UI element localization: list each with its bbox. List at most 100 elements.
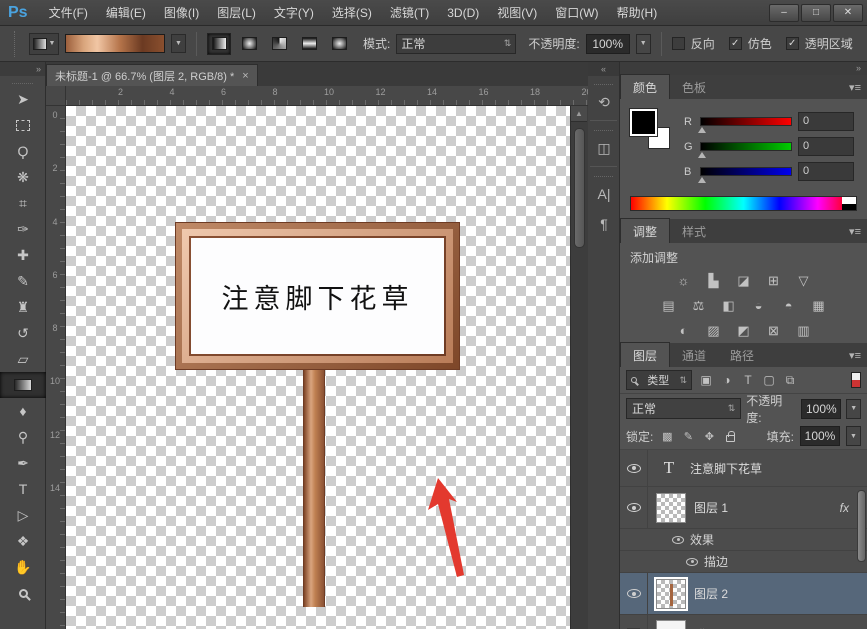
menu-item-0[interactable]: 文件(F) — [40, 0, 97, 26]
menu-item-9[interactable]: 窗口(W) — [546, 0, 607, 26]
layer-fill-value[interactable]: 100% — [800, 426, 840, 446]
tab-swatches[interactable]: 色板 — [670, 75, 718, 99]
hue-saturation-icon[interactable]: ▤ — [656, 296, 682, 315]
history-brush-tool[interactable]: ↺ — [0, 320, 46, 346]
visibility-toggle[interactable] — [620, 615, 648, 629]
lasso-tool[interactable]: Ϙ — [0, 138, 46, 164]
gradient-map-icon[interactable]: ▥ — [791, 321, 817, 340]
invert-icon[interactable]: ◐ — [671, 321, 697, 340]
maximize-button[interactable]: □ — [801, 4, 831, 22]
layers-scrollbar-thumb[interactable] — [857, 490, 866, 562]
eye-icon[interactable] — [672, 536, 684, 544]
layer-fill-dropdown[interactable]: ▼ — [846, 426, 861, 446]
reverse-checkbox[interactable] — [672, 37, 685, 50]
angle-gradient-button[interactable] — [267, 33, 291, 55]
scrollbar-thumb[interactable] — [574, 128, 585, 248]
photo-filter-icon[interactable]: ◒ — [746, 296, 772, 315]
close-button[interactable]: ✕ — [833, 4, 863, 22]
menu-item-10[interactable]: 帮助(H) — [608, 0, 667, 26]
layer-filter-type-select[interactable]: 类型 ⇅ — [626, 370, 692, 390]
filter-shape-layers-icon[interactable]: ▢ — [760, 371, 778, 389]
opacity-dropdown-button[interactable]: ▼ — [636, 34, 651, 54]
blend-mode-select[interactable]: 正常⇅ — [396, 34, 516, 54]
path-selection-tool[interactable]: ▷ — [0, 502, 46, 528]
spot-healing-brush-tool[interactable]: ✚ — [0, 242, 46, 268]
minimize-button[interactable]: – — [769, 4, 799, 22]
filter-adjustment-layers-icon[interactable]: ◑ — [718, 371, 736, 389]
properties-panel-icon[interactable]: ◫ — [588, 133, 620, 163]
layer-row-text[interactable]: T 注意脚下花草 — [620, 450, 867, 487]
history-panel-icon[interactable]: ⟲ — [588, 87, 620, 117]
curves-icon[interactable]: ◪ — [731, 271, 757, 290]
panel-menu-icon[interactable]: ▾≡ — [849, 81, 861, 94]
diamond-gradient-button[interactable] — [327, 33, 351, 55]
vertical-scrollbar[interactable]: ▲ — [570, 106, 588, 629]
scroll-up-icon[interactable]: ▲ — [571, 106, 587, 122]
clone-stamp-tool[interactable]: ♜ — [0, 294, 46, 320]
eye-icon[interactable] — [686, 558, 698, 566]
lock-transparent-pixels-icon[interactable]: ▩ — [659, 428, 675, 444]
tab-color[interactable]: 颜色 — [620, 74, 670, 99]
stroke-effect-row[interactable]: 描边 — [620, 551, 867, 573]
exposure-icon[interactable]: ⊞ — [761, 271, 787, 290]
red-value-input[interactable]: 0 — [798, 112, 854, 131]
eyedropper-tool[interactable]: ✑ — [0, 216, 46, 242]
panel-menu-icon[interactable]: ▾≡ — [849, 349, 861, 362]
dither-checkbox[interactable]: ✓ — [729, 37, 742, 50]
character-panel-icon[interactable]: A| — [588, 179, 620, 209]
document-tab[interactable]: 未标题-1 @ 66.7% (图层 2, RGB/8) * × — [46, 64, 258, 86]
menu-item-4[interactable]: 文字(Y) — [265, 0, 323, 26]
brightness-contrast-icon[interactable]: ☼ — [671, 271, 697, 290]
vibrance-icon[interactable]: ▽ — [791, 271, 817, 290]
crop-tool[interactable]: ⌗ — [0, 190, 46, 216]
selective-color-icon[interactable]: ⊠ — [761, 321, 787, 340]
toolbar-collapse-button[interactable]: » — [0, 62, 45, 76]
tab-layers[interactable]: 图层 — [620, 342, 670, 367]
layer-blend-mode-select[interactable]: 正常⇅ — [626, 398, 741, 419]
menu-item-6[interactable]: 滤镜(T) — [381, 0, 438, 26]
menu-item-2[interactable]: 图像(I) — [155, 0, 208, 26]
transparency-checkbox[interactable]: ✓ — [786, 37, 799, 50]
reflected-gradient-button[interactable] — [297, 33, 321, 55]
radial-gradient-button[interactable] — [237, 33, 261, 55]
color-spectrum-bar[interactable] — [630, 196, 857, 211]
lock-image-pixels-icon[interactable]: ✎ — [680, 428, 696, 444]
dock-expand-button[interactable]: « — [588, 62, 619, 76]
tool-preset-picker[interactable]: ▼ — [29, 33, 59, 55]
rectangular-marquee-tool[interactable] — [0, 112, 46, 138]
red-slider[interactable] — [700, 117, 792, 126]
canvas[interactable]: 注意脚下花草 — [66, 106, 570, 629]
close-icon[interactable]: × — [242, 70, 248, 82]
effects-row[interactable]: 效果 — [620, 529, 867, 551]
black-white-icon[interactable]: ◧ — [716, 296, 742, 315]
panel-menu-icon[interactable]: ▾≡ — [849, 225, 861, 238]
gradient-tool[interactable] — [0, 372, 46, 398]
lock-position-icon[interactable]: ✥ — [701, 428, 717, 444]
blue-slider[interactable] — [700, 167, 792, 176]
layer-row-layer2-selected[interactable]: 图层 2 — [620, 573, 867, 615]
filter-pixel-layers-icon[interactable]: ▣ — [697, 371, 715, 389]
opacity-value[interactable]: 100% — [586, 34, 630, 54]
channel-mixer-icon[interactable]: ◓ — [776, 296, 802, 315]
gradient-preview[interactable] — [65, 34, 165, 53]
quick-selection-tool[interactable]: ❋ — [0, 164, 46, 190]
filter-type-layers-icon[interactable]: T — [739, 371, 757, 389]
tab-channels[interactable]: 通道 — [670, 343, 718, 367]
menu-item-7[interactable]: 3D(D) — [438, 0, 488, 26]
zoom-tool[interactable] — [0, 580, 46, 606]
visibility-toggle[interactable] — [620, 487, 648, 528]
layer-row-layer1[interactable]: 图层 1 fx ▲ — [620, 487, 867, 529]
lock-all-icon[interactable] — [722, 428, 738, 444]
green-slider[interactable] — [700, 142, 792, 151]
linear-gradient-button[interactable] — [207, 33, 231, 55]
menu-item-3[interactable]: 图层(L) — [208, 0, 265, 26]
levels-icon[interactable]: ▙ — [701, 271, 727, 290]
visibility-toggle[interactable] — [620, 450, 648, 486]
type-tool[interactable]: T — [0, 476, 46, 502]
pen-tool[interactable]: ✒ — [0, 450, 46, 476]
foreground-color-swatch[interactable] — [630, 109, 657, 136]
posterize-icon[interactable]: ▨ — [701, 321, 727, 340]
hand-tool[interactable]: ✋ — [0, 554, 46, 580]
layer-opacity-dropdown[interactable]: ▼ — [846, 399, 861, 419]
layer-row-background[interactable]: 背景 — [620, 615, 867, 629]
